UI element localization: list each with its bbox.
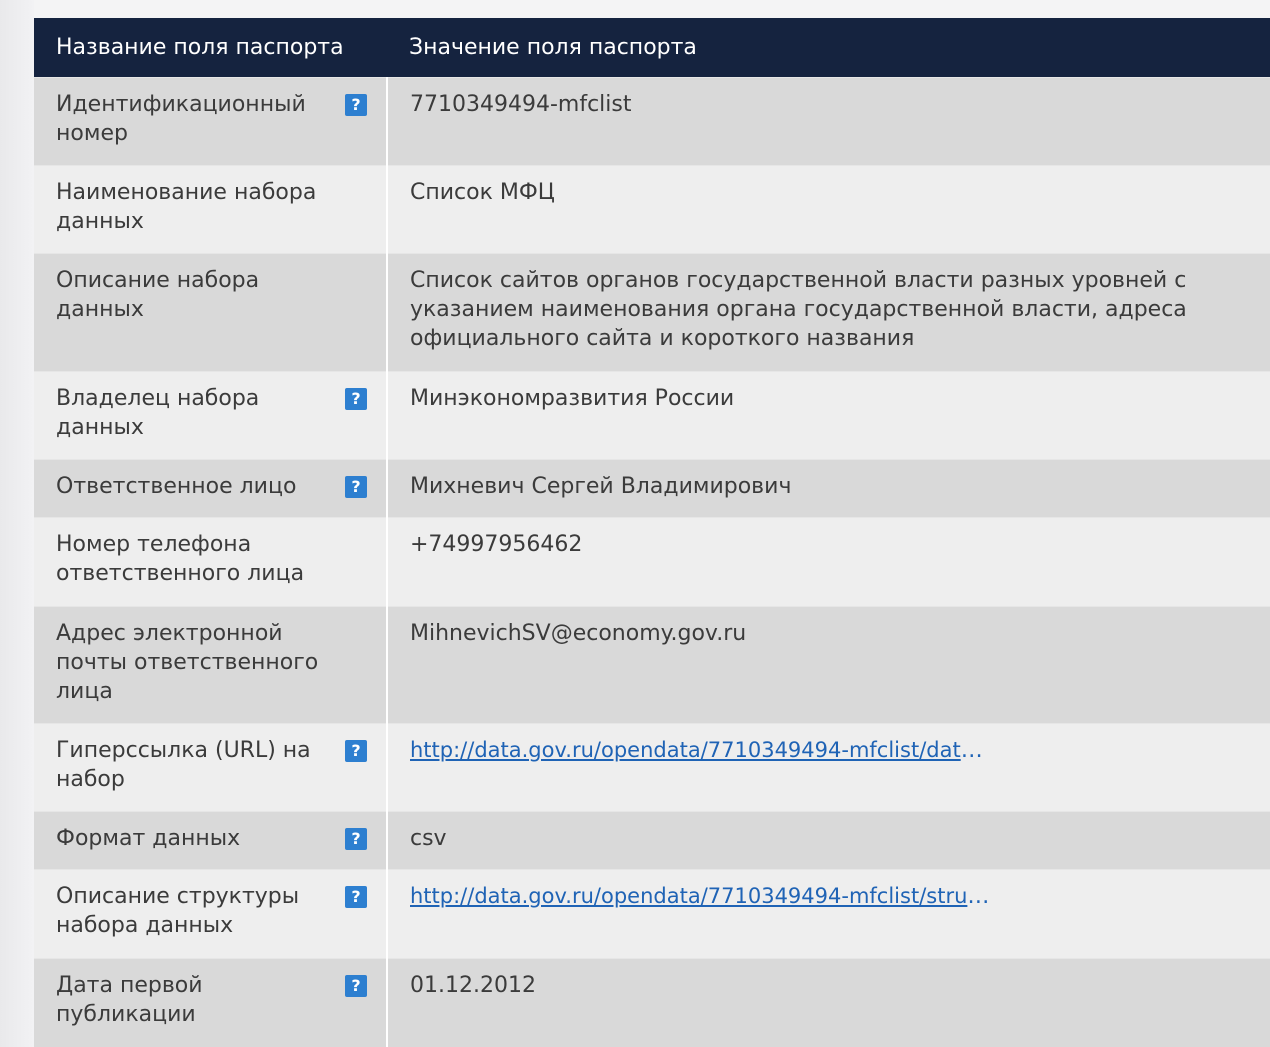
field-name: Идентификационный номер <box>56 92 306 146</box>
question-icon[interactable]: ? <box>345 388 367 410</box>
question-icon[interactable]: ? <box>345 975 367 997</box>
field-name-cell: Адрес электронной почты ответственного л… <box>34 606 388 724</box>
question-icon[interactable]: ? <box>345 476 367 498</box>
field-value-cell: Список МФЦ <box>387 165 1270 254</box>
table-row: Дата первой публикации ? 01.12.2012 <box>34 958 1270 1047</box>
field-value-cell: +74997956462 <box>387 517 1270 607</box>
link-ellipsis: … <box>967 884 990 909</box>
question-icon[interactable]: ? <box>345 886 367 908</box>
dataset-passport-table: Название поля паспорта Значение поля пас… <box>34 18 1270 1047</box>
field-value: +74997956462 <box>410 532 583 557</box>
field-value-cell: MihnevichSV@economy.gov.ru <box>387 606 1270 724</box>
table-row: Номер телефона ответственного лица +7499… <box>34 517 1270 607</box>
header-field-value: Значение поля паспорта <box>387 18 1270 78</box>
field-name-cell: Ответственное лицо ? <box>34 459 388 518</box>
field-value: Михневич Сергей Владимирович <box>410 474 792 499</box>
field-value-cell: 7710349494-mfclist <box>387 77 1270 166</box>
field-name-cell: Дата первой публикации ? <box>34 958 388 1047</box>
field-value: MihnevichSV@economy.gov.ru <box>410 621 747 646</box>
field-value-cell: Минэкономразвития России <box>387 371 1270 460</box>
field-name-cell: Наименование набора данных <box>34 165 388 254</box>
field-name-cell: Гиперссылка (URL) на набор ? <box>34 723 388 812</box>
field-name-cell: Описание структуры набора данных ? <box>34 869 388 959</box>
table-row: Гиперссылка (URL) на набор ? http://data… <box>34 723 1270 812</box>
field-value: 7710349494-mfclist <box>410 92 632 117</box>
field-name-cell: Идентификационный номер ? <box>34 77 388 166</box>
structure-url-link[interactable]: http://data.gov.ru/opendata/7710349494-m… <box>410 884 967 908</box>
field-name: Описание структуры набора данных <box>56 884 300 938</box>
question-icon[interactable]: ? <box>345 740 367 762</box>
field-value: Список МФЦ <box>410 180 555 205</box>
dataset-url-link[interactable]: http://data.gov.ru/opendata/7710349494-m… <box>410 738 961 762</box>
field-name: Дата первой публикации <box>56 973 203 1027</box>
field-name: Наименование набора данных <box>56 180 317 234</box>
table-row: Описание структуры набора данных ? http:… <box>34 869 1270 959</box>
table-row: Наименование набора данных Список МФЦ <box>34 165 1270 254</box>
table-header-row: Название поля паспорта Значение поля пас… <box>34 18 1270 78</box>
field-name: Описание набора данных <box>56 268 260 322</box>
table-row: Ответственное лицо ? Михневич Сергей Вла… <box>34 459 1270 518</box>
field-name: Адрес электронной почты ответственного л… <box>56 621 319 704</box>
field-name: Формат данных <box>56 826 241 851</box>
field-value: Минэкономразвития России <box>410 386 735 411</box>
field-value-cell: Список сайтов органов государственной вл… <box>387 253 1270 372</box>
table-row: Формат данных ? csv <box>34 811 1270 870</box>
field-value: Список сайтов органов государственной вл… <box>410 268 1187 351</box>
field-value: csv <box>410 826 447 851</box>
field-name: Гиперссылка (URL) на набор <box>56 738 311 792</box>
field-name: Номер телефона ответственного лица <box>56 532 305 586</box>
table-row: Идентификационный номер ? 7710349494-mfc… <box>34 77 1270 166</box>
field-value-cell: 01.12.2012 <box>387 958 1270 1047</box>
table-row: Описание набора данных Список сайтов орг… <box>34 253 1270 372</box>
page-margin <box>0 0 34 1047</box>
header-field-name: Название поля паспорта <box>34 18 387 78</box>
field-value-cell: http://data.gov.ru/opendata/7710349494-m… <box>387 723 1270 812</box>
field-value-cell: http://data.gov.ru/opendata/7710349494-m… <box>387 869 1270 959</box>
field-name: Владелец набора данных <box>56 386 260 440</box>
field-name-cell: Номер телефона ответственного лица <box>34 517 388 607</box>
table-row: Адрес электронной почты ответственного л… <box>34 606 1270 724</box>
field-value-cell: Михневич Сергей Владимирович <box>387 459 1270 518</box>
question-icon[interactable]: ? <box>345 828 367 850</box>
field-value-cell: csv <box>387 811 1270 870</box>
field-name-cell: Владелец набора данных ? <box>34 371 388 460</box>
table-row: Владелец набора данных ? Минэкономразвит… <box>34 371 1270 460</box>
question-icon[interactable]: ? <box>345 94 367 116</box>
field-name-cell: Описание набора данных <box>34 253 388 372</box>
link-ellipsis: … <box>960 738 983 763</box>
field-value: 01.12.2012 <box>410 973 536 998</box>
field-name-cell: Формат данных ? <box>34 811 388 870</box>
field-name: Ответственное лицо <box>56 474 297 499</box>
